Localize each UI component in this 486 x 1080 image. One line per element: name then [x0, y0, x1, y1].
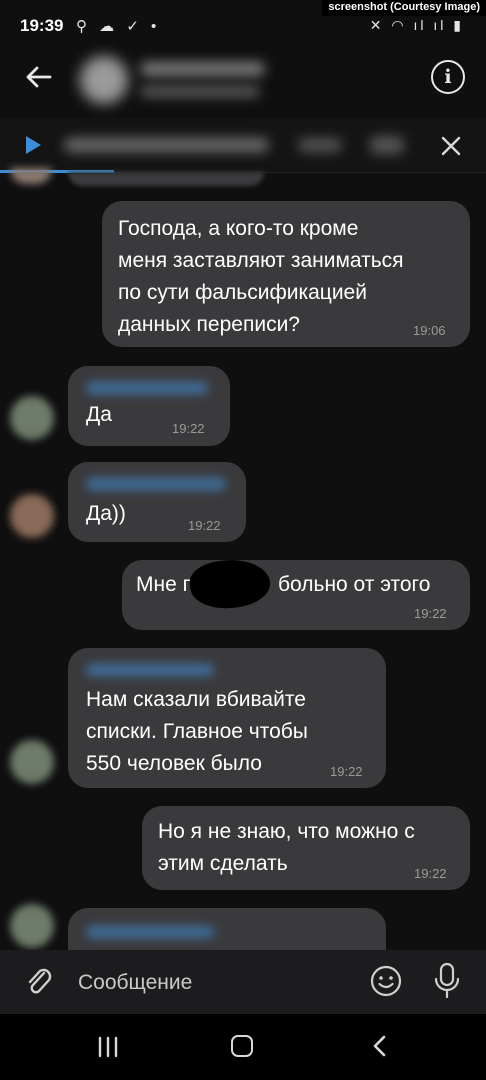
message-text-line: списки. Главное чтобы — [86, 720, 308, 743]
previous-avatar-fragment — [10, 168, 52, 184]
message-text: Да)) — [86, 502, 126, 525]
message-time: 19:22 — [172, 421, 205, 436]
message-text-line: 550 человек было — [86, 752, 262, 775]
chat-avatar-blurred[interactable] — [80, 56, 128, 104]
sender-name-blurred — [86, 382, 208, 394]
redaction-scribble — [187, 555, 273, 613]
message-text-line: Но я не знаю, что можно с — [158, 820, 415, 843]
home-icon[interactable] — [231, 1035, 253, 1057]
message-time: 19:22 — [330, 764, 363, 779]
message-outgoing[interactable]: Господа, а кого-то кроме меня заставляют… — [102, 201, 470, 347]
message-input[interactable]: Сообщение — [78, 968, 348, 998]
message-text: Да — [86, 403, 112, 426]
message-text-line: Господа, а кого-то кроме — [118, 217, 359, 240]
close-icon[interactable] — [438, 133, 464, 159]
message-incoming[interactable]: Да 19:22 — [68, 366, 230, 446]
sender-name-blurred — [86, 478, 226, 490]
message-time: 19:06 — [413, 323, 446, 338]
sender-avatar[interactable] — [10, 904, 54, 948]
message-text-line: данных переписи? — [118, 313, 300, 336]
sender-name-blurred — [86, 664, 214, 676]
info-button[interactable]: i — [431, 60, 465, 94]
message-outgoing[interactable]: Мне п больно от этого 19:22 — [122, 555, 470, 630]
chevron-left-icon[interactable] — [370, 1034, 390, 1058]
audio-speed-blurred[interactable] — [370, 136, 404, 154]
sender-avatar[interactable] — [10, 494, 54, 538]
chat-title-blurred[interactable] — [140, 62, 265, 76]
message-time: 19:22 — [414, 606, 447, 621]
paperclip-icon[interactable] — [22, 964, 56, 998]
sender-name-blurred — [86, 926, 214, 938]
message-time: 19:22 — [188, 518, 221, 533]
message-outgoing[interactable]: Но я не знаю, что можно с этим сделать 1… — [142, 806, 470, 890]
status-notification-icons: ⚲ ☁ ✓ • — [76, 18, 161, 35]
chat-subtitle-blurred — [140, 86, 260, 97]
message-incoming[interactable]: Да)) 19:22 — [68, 462, 246, 542]
message-text-line: по сути фальсификацией — [118, 281, 367, 304]
message-text-line: Нам сказали вбивайте — [86, 688, 306, 711]
message-text-line: этим сделать — [158, 852, 288, 875]
previous-message-fragment — [68, 172, 264, 186]
microphone-icon[interactable] — [432, 962, 462, 1000]
message-incoming[interactable]: Нам сказали вбивайте списки. Главное что… — [68, 648, 386, 788]
recents-icon[interactable] — [96, 1036, 120, 1058]
message-text-start: Мне п — [136, 573, 194, 596]
smile-icon[interactable] — [369, 964, 403, 998]
message-text-end: больно от этого — [278, 573, 431, 596]
sender-avatar[interactable] — [10, 740, 54, 784]
message-time: 19:22 — [414, 866, 447, 881]
watermark-caption: screenshot (Courtesy Image) — [322, 0, 486, 16]
audio-duration-blurred — [298, 138, 342, 152]
sender-avatar[interactable] — [10, 396, 54, 440]
status-system-icons: ✕ ◠ ıl ıl ▮ — [369, 17, 464, 33]
back-arrow-icon[interactable] — [22, 60, 56, 94]
audio-title-blurred — [64, 138, 269, 152]
status-time: 19:39 — [20, 16, 64, 35]
message-text-line: меня заставляют заниматься — [118, 249, 404, 272]
play-icon[interactable] — [26, 136, 41, 154]
